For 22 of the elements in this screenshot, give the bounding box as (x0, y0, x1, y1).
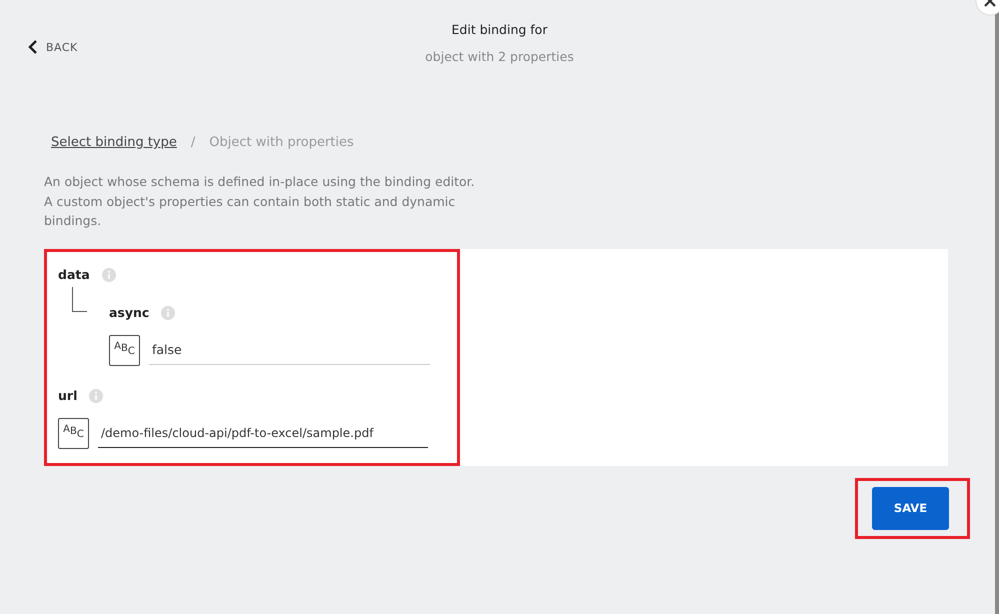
breadcrumb-link[interactable]: Select binding type (51, 135, 177, 150)
breadcrumb-separator: / (190, 135, 196, 150)
property-name: data (58, 267, 90, 282)
property-name: url (58, 388, 78, 403)
property-name: async (109, 305, 150, 320)
text-type-icon: ABC (109, 334, 140, 366)
description-text: A custom object's properties can contain both static and dynamic (44, 192, 456, 211)
info-icon[interactable] (102, 268, 116, 282)
dialog-subtitle: object with 2 properties (425, 49, 574, 64)
breadcrumb-current: Object with properties (209, 135, 354, 150)
tree-connector (72, 286, 87, 312)
description-text: An object whose schema is defined in-place using the binding editor. (44, 173, 476, 191)
info-icon[interactable] (161, 306, 176, 320)
save-button[interactable]: SAVE (872, 486, 949, 530)
description-text: bindings. (44, 212, 102, 230)
text-field[interactable]: /demo-files/cloud-api/pdf-to-excel/sample.pdf (98, 418, 428, 448)
text-field[interactable]: false (149, 335, 430, 365)
chevron-left-icon (28, 40, 38, 54)
text-type-icon: ABC (58, 418, 89, 448)
dialog-title: Edit binding for (452, 22, 548, 37)
info-icon[interactable] (89, 388, 104, 402)
back-button[interactable]: BACK (28, 40, 138, 54)
